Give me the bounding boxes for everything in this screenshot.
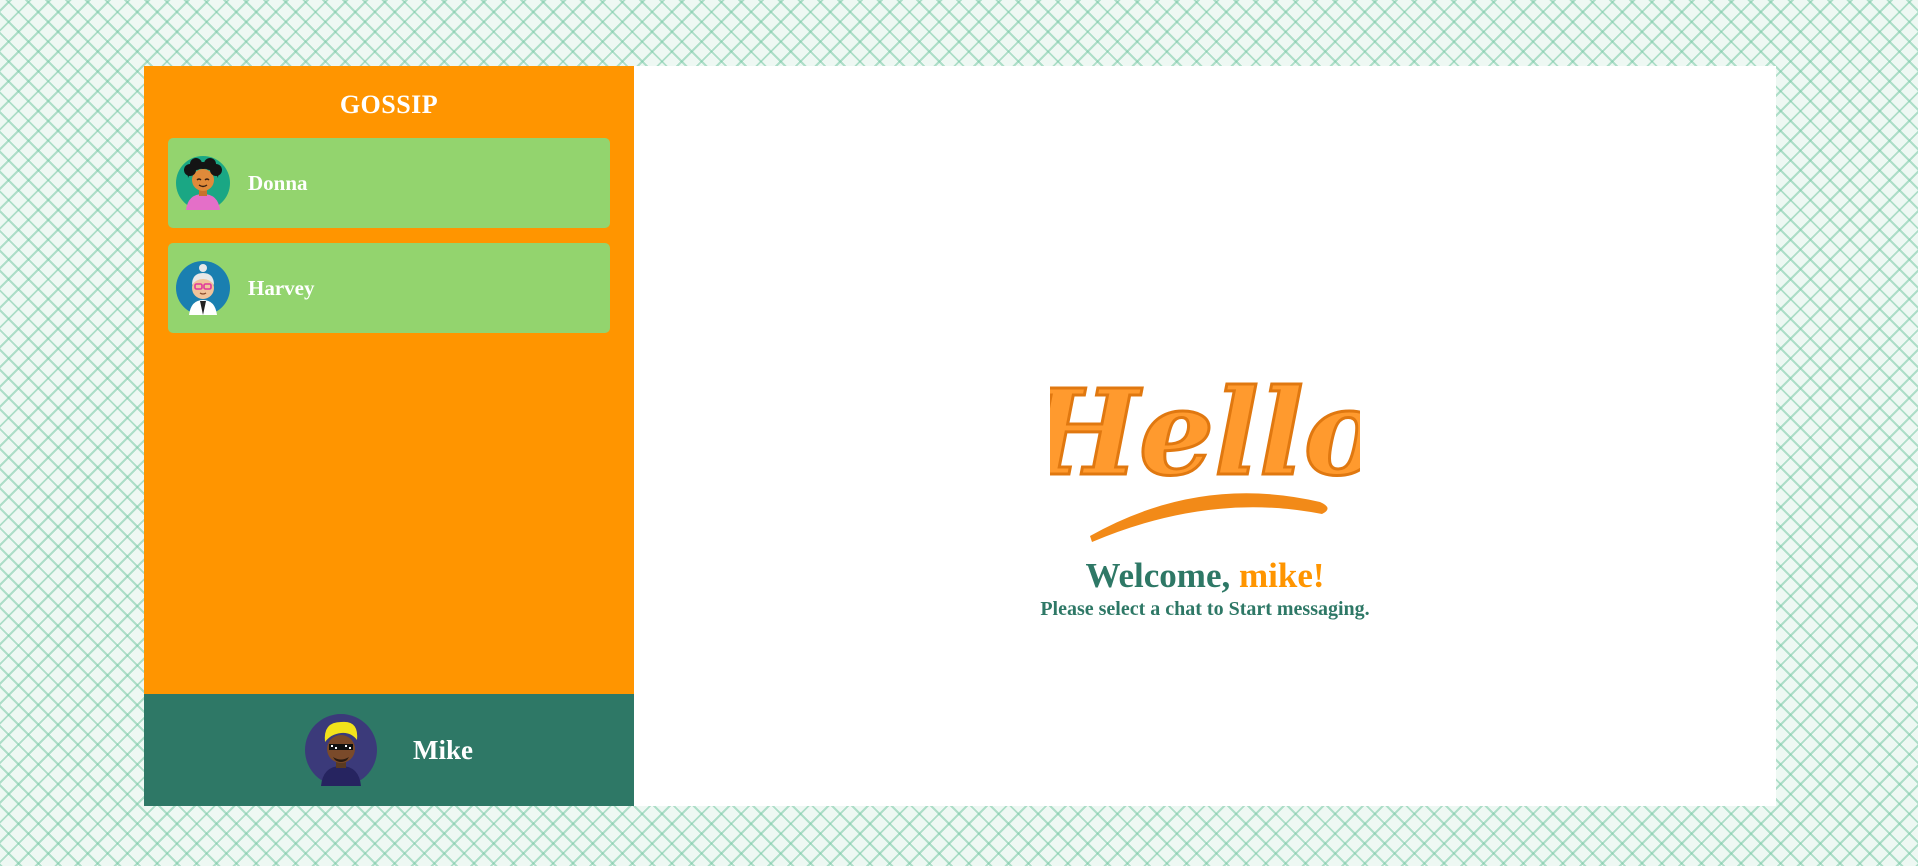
chat-item-donna[interactable]: Donna (168, 138, 610, 228)
app-brand-title: GOSSIP (339, 90, 439, 119)
hello-logo: Hello (1050, 362, 1360, 542)
chat-name-donna: Donna (248, 170, 308, 195)
welcome-username: mike! (1239, 556, 1325, 595)
chat-list: Donna Harvey (144, 138, 634, 694)
current-user-bar[interactable]: Mike (144, 694, 634, 806)
sidebar: GOSSIP Donna Harvey Mike (144, 66, 634, 806)
main-panel: Hello Welcome, mike! Please select a cha… (634, 66, 1776, 806)
chat-name-harvey: Harvey (248, 275, 315, 300)
hello-logo-text: Hello (1050, 363, 1360, 502)
app-window: GOSSIP Donna Harvey Mike ell Welcome, mi… (144, 66, 1776, 806)
current-user-name: Mike (413, 734, 473, 765)
harvey-avatar-icon (176, 261, 230, 315)
select-chat-prompt: Please select a chat to Start messaging. (1040, 598, 1370, 620)
donna-avatar-icon (176, 156, 230, 210)
welcome-heading: Welcome, mike! (1085, 556, 1324, 596)
mike-avatar-icon (305, 714, 377, 786)
welcome-prefix: Welcome, (1085, 556, 1231, 595)
chat-item-harvey[interactable]: Harvey (168, 243, 610, 333)
